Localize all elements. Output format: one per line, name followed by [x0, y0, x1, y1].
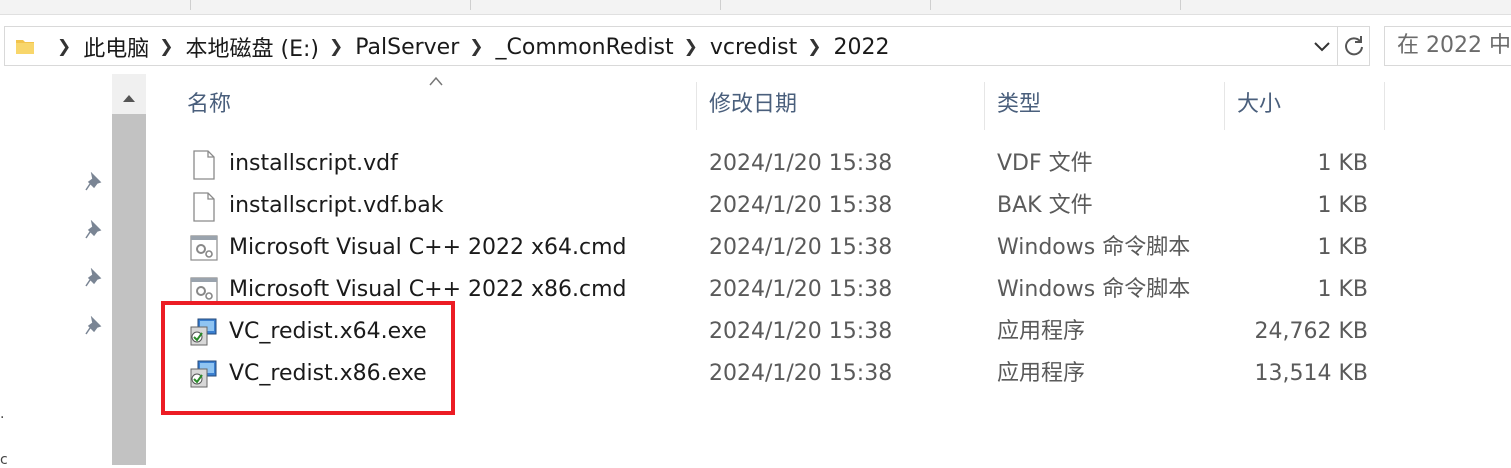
- caret-up-icon: [123, 95, 135, 102]
- chevron-down-icon: [1314, 42, 1330, 52]
- column-header-type[interactable]: 类型: [997, 74, 1041, 130]
- file-modified: 2024/1/20 15:38: [709, 361, 893, 386]
- breadcrumb-item[interactable]: _CommonRedist: [496, 35, 674, 60]
- chevron-right-icon[interactable]: ❯: [329, 37, 343, 57]
- address-bar-area: ❯ 此电脑 ❯ 本地磁盘 (E:) ❯ PalServer ❯ _CommonR…: [0, 20, 1511, 74]
- file-modified: 2024/1/20 15:38: [709, 319, 893, 344]
- file-row[interactable]: installscript.vdf 2024/1/20 15:38 VDF 文件…: [182, 143, 1382, 185]
- chevron-right-icon[interactable]: ❯: [807, 37, 821, 57]
- breadcrumb-item[interactable]: vcredist: [710, 35, 797, 60]
- chevron-right-icon[interactable]: ❯: [469, 37, 483, 57]
- ribbon-remnant: [0, 0, 1511, 15]
- file-name[interactable]: installscript.vdf.bak: [229, 185, 443, 227]
- pin-icon[interactable]: [84, 172, 104, 192]
- refresh-button[interactable]: [1338, 26, 1370, 66]
- breadcrumb-item[interactable]: 本地磁盘 (E:): [186, 31, 319, 63]
- truncated-mark: ·: [0, 410, 5, 426]
- file-name[interactable]: Microsoft Visual C++ 2022 x64.cmd: [229, 227, 626, 269]
- document-icon: [193, 192, 215, 222]
- file-size: 1 KB: [1317, 151, 1368, 176]
- search-input[interactable]: 在 2022 中: [1384, 26, 1511, 66]
- address-history-dropdown[interactable]: [1305, 27, 1339, 67]
- file-row[interactable]: Microsoft Visual C++ 2022 x64.cmd 2024/1…: [182, 227, 1382, 269]
- column-header-size[interactable]: 大小: [1237, 74, 1281, 130]
- column-divider[interactable]: [1224, 82, 1225, 130]
- pin-icon[interactable]: [84, 220, 104, 240]
- file-size: 1 KB: [1317, 193, 1368, 218]
- file-size: 24,762 KB: [1254, 319, 1369, 344]
- address-bar[interactable]: ❯ 此电脑 ❯ 本地磁盘 (E:) ❯ PalServer ❯ _CommonR…: [4, 26, 1338, 66]
- cmd-script-icon: [190, 277, 218, 303]
- chevron-right-icon[interactable]: ❯: [57, 37, 71, 57]
- truncated-mark: c: [0, 452, 8, 468]
- breadcrumb: ❯ 此电脑 ❯ 本地磁盘 (E:) ❯ PalServer ❯ _CommonR…: [47, 27, 890, 67]
- file-name[interactable]: installscript.vdf: [229, 143, 398, 185]
- file-type: BAK 文件: [997, 193, 1093, 218]
- scroll-up-button[interactable]: [112, 84, 146, 112]
- document-icon: [193, 150, 215, 180]
- annotation-highlight-box: [161, 301, 455, 415]
- cmd-script-icon: [190, 235, 218, 261]
- file-type: VDF 文件: [997, 151, 1093, 176]
- navigation-pane: · c: [0, 74, 112, 468]
- file-modified: 2024/1/20 15:38: [709, 235, 893, 260]
- file-type: 应用程序: [997, 361, 1086, 386]
- refresh-icon: [1344, 36, 1363, 56]
- file-type: 应用程序: [997, 319, 1086, 344]
- column-header-name[interactable]: 名称: [187, 74, 231, 130]
- pin-icon[interactable]: [84, 268, 104, 288]
- chevron-right-icon[interactable]: ❯: [684, 37, 698, 57]
- file-size: 13,514 KB: [1254, 361, 1369, 386]
- breadcrumb-item[interactable]: 2022: [834, 35, 890, 60]
- column-divider[interactable]: [1384, 82, 1385, 130]
- file-modified: 2024/1/20 15:38: [709, 277, 893, 302]
- file-type: Windows 命令脚本: [997, 277, 1191, 302]
- column-divider[interactable]: [984, 82, 985, 130]
- column-header-modified[interactable]: 修改日期: [709, 74, 797, 130]
- file-modified: 2024/1/20 15:38: [709, 151, 893, 176]
- breadcrumb-item[interactable]: PalServer: [355, 35, 459, 60]
- chevron-right-icon[interactable]: ❯: [159, 37, 173, 57]
- breadcrumb-item[interactable]: 此电脑: [83, 31, 149, 63]
- file-row[interactable]: installscript.vdf.bak 2024/1/20 15:38 BA…: [182, 185, 1382, 227]
- file-modified: 2024/1/20 15:38: [709, 193, 893, 218]
- scrollbar-thumb[interactable]: [112, 114, 146, 465]
- folder-icon: [16, 40, 34, 54]
- file-size: 1 KB: [1317, 235, 1368, 260]
- file-type: Windows 命令脚本: [997, 235, 1191, 260]
- pin-icon[interactable]: [84, 316, 104, 336]
- sort-ascending-icon: [429, 76, 443, 86]
- column-divider[interactable]: [696, 82, 697, 130]
- navigation-scrollbar[interactable]: [112, 74, 146, 465]
- file-size: 1 KB: [1317, 277, 1368, 302]
